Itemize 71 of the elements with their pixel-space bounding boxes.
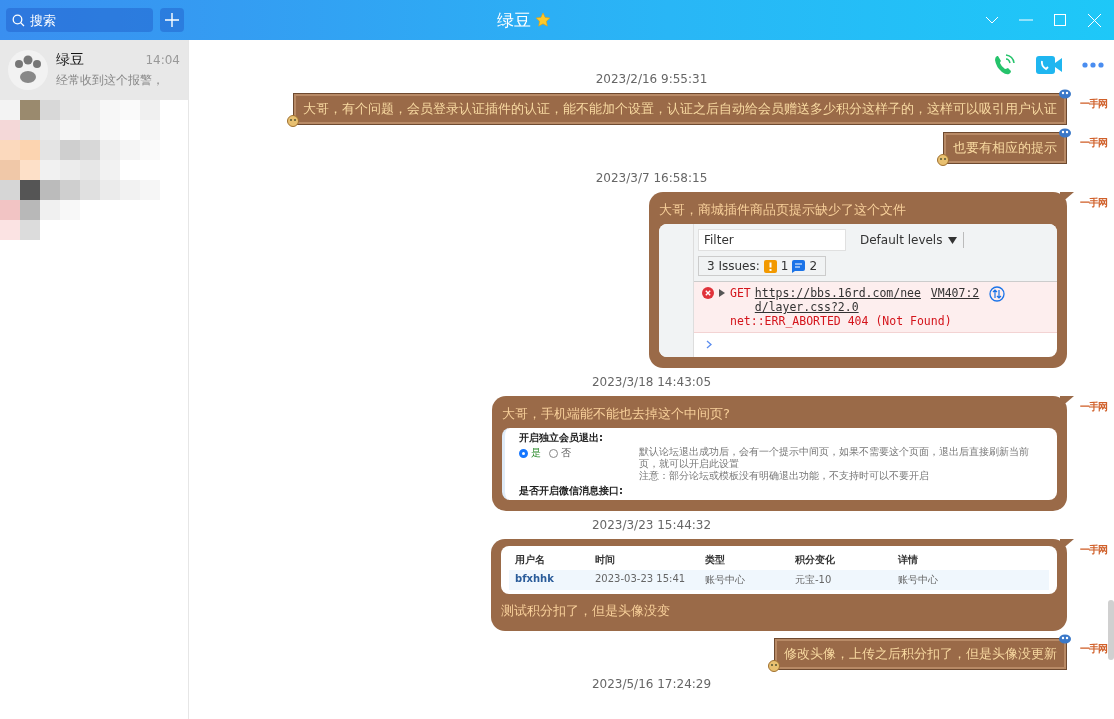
sticker-icon	[1058, 633, 1072, 644]
setting-description: 注意：部分论坛或模板没有明确退出功能，不支持时可以不要开启	[639, 470, 930, 482]
setting-description: 默认论坛退出成功后，会有一个提示中间页，如果不需要这个页面，退出后直接刷新当前页，就可以开启此设置	[639, 446, 1030, 470]
scrollbar-thumb[interactable]	[1108, 600, 1114, 660]
radio-option[interactable]: 是	[519, 446, 541, 460]
request-method: GET	[730, 286, 751, 300]
maximize-icon	[1054, 14, 1066, 26]
sticker-icon	[286, 114, 300, 127]
avatar-logo: 一手网	[1078, 400, 1108, 414]
network-icon[interactable]	[989, 286, 1006, 302]
message-time: 14:04	[145, 53, 180, 67]
timestamp: 2023/3/18 14:43:05	[591, 375, 712, 389]
issues-button[interactable]: 3 Issues: 1 2	[698, 256, 827, 276]
log-levels-dropdown[interactable]: Default levels	[854, 232, 965, 248]
column-header: 类型	[704, 553, 726, 567]
message-text: 也要有相应的提示	[953, 140, 1057, 155]
timestamp: 2023/3/23 15:44:32	[591, 518, 712, 532]
add-button[interactable]	[160, 8, 184, 32]
error-message: net::ERR_ABORTED 404 (Not Found)	[730, 314, 953, 328]
table-cell: 2023-03-23 15:41	[589, 570, 699, 590]
column-header: 用户名	[514, 553, 546, 567]
radio-option[interactable]: 否	[549, 446, 571, 460]
source-link[interactable]: VM407:2	[930, 286, 980, 300]
error-icon	[702, 287, 714, 299]
avatar-icon	[8, 50, 48, 90]
prompt-chevron-icon	[706, 340, 712, 349]
sticker-icon	[936, 153, 950, 166]
more-icon	[1082, 62, 1104, 68]
request-url[interactable]: https://bbs.16rd.com/need/layer.css?2.0	[754, 286, 927, 314]
plus-icon	[165, 13, 179, 27]
window-title: 绿豆	[496, 8, 531, 32]
table-cell: bfxhhk	[509, 570, 589, 590]
warning-icon	[763, 259, 777, 273]
avatar-logo: 一手网	[1078, 543, 1108, 557]
sticker-icon	[767, 659, 781, 672]
avatar-logo: 一手网	[1078, 196, 1108, 210]
timestamp: 2023/5/16 17:24:29	[591, 677, 712, 691]
table-cell: 账号中心	[699, 570, 789, 590]
column-header: 积分变化	[794, 553, 836, 567]
message-text: 大哥，有个问题，会员登录认证插件的认证，能不能加个设置，认证之后自动给会员赠送多少积分这样子的，这样可以吸引用户认证	[303, 101, 1057, 116]
avatar-logo: 一手网	[1078, 642, 1108, 656]
phone-icon	[992, 53, 1016, 77]
avatar-logo: 一手网	[1078, 136, 1108, 150]
table-cell: 账号中心	[892, 570, 1049, 590]
table-cell: 元宝-10	[789, 570, 892, 590]
timestamp: 2023/2/16 9:55:31	[595, 72, 708, 86]
chevron-down-icon	[985, 16, 999, 24]
avatar-logo: 一手网	[1078, 97, 1108, 111]
expand-triangle-icon[interactable]	[719, 289, 725, 297]
message-icon	[792, 259, 806, 273]
message-text: 大哥，手机端能不能也去掉这个中间页?	[502, 405, 731, 423]
minimize-icon	[1019, 19, 1033, 21]
contact-name: 绿豆	[56, 51, 84, 69]
timestamp: 2023/3/7 16:58:15	[595, 171, 708, 185]
setting-title: 是否开启微信消息接口:	[519, 485, 624, 497]
message-text: 大哥，商城插件商品页提示缺少了这个文件	[659, 201, 907, 219]
close-icon	[1087, 13, 1101, 27]
filter-field[interactable]: Filter	[698, 229, 846, 251]
search-icon	[12, 13, 25, 27]
star-icon	[534, 12, 551, 28]
message-preview: 经常收到这个报警，	[56, 72, 165, 89]
caret-icon	[948, 236, 958, 244]
contact-item[interactable]: 绿豆 14:04 经常收到这个报警，	[0, 40, 188, 100]
column-header: 详情	[897, 553, 919, 567]
message-text: 测试积分扣了，但是头像没变	[501, 602, 671, 620]
sticker-icon	[1058, 127, 1072, 138]
message-text: 修改头像，上传之后积分扣了，但是头像没更新	[784, 646, 1057, 661]
video-camera-icon	[1036, 55, 1062, 75]
column-header: 时间	[594, 553, 616, 567]
setting-title: 开启独立会员退出:	[519, 432, 604, 444]
sticker-icon	[1058, 88, 1072, 99]
